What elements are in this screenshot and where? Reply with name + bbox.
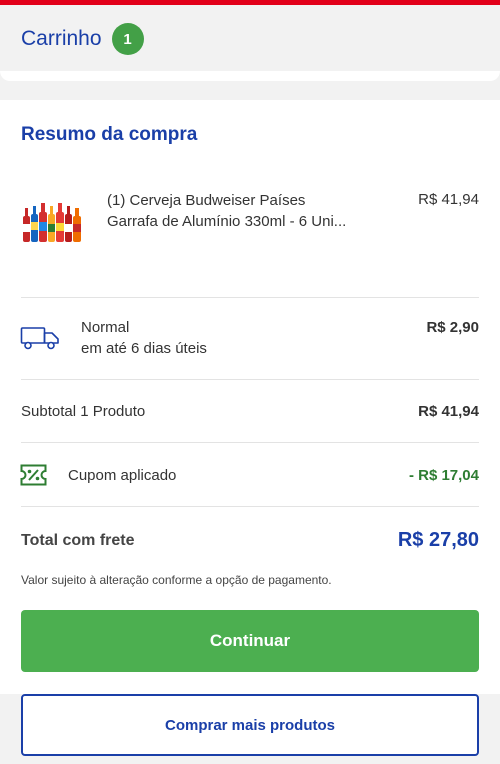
total-value: R$ 27,80 bbox=[397, 529, 479, 551]
buy-more-button[interactable]: Comprar mais produtos bbox=[21, 694, 479, 756]
divider bbox=[21, 297, 479, 298]
cart-header: Carrinho 1 bbox=[0, 5, 500, 73]
product-price: R$ 41,94 bbox=[418, 191, 479, 208]
coupon-label: Cupom aplicado bbox=[68, 467, 177, 484]
order-summary-panel: Resumo da compra (1) Cerveja Budweiser P… bbox=[0, 100, 500, 694]
shipping-method: Normal bbox=[81, 319, 130, 336]
page-title: Carrinho bbox=[21, 27, 102, 50]
divider bbox=[21, 506, 479, 507]
beer-bottles-image bbox=[23, 203, 81, 242]
price-note: Valor sujeito à alteração conforme a opç… bbox=[21, 573, 332, 587]
coupon-discount: - R$ 17,04 bbox=[408, 467, 479, 484]
summary-title: Resumo da compra bbox=[21, 124, 198, 145]
shipping-time: em até 6 dias úteis bbox=[81, 340, 207, 357]
cart-items-panel-edge bbox=[0, 71, 500, 81]
total-label: Total com frete bbox=[21, 532, 135, 549]
truck-icon bbox=[20, 327, 59, 350]
cart-count-badge: 1 bbox=[111, 23, 144, 55]
subtotal-value: R$ 41,94 bbox=[418, 403, 479, 420]
shipping-price: R$ 2,90 bbox=[426, 319, 479, 336]
coupon-percent-icon bbox=[20, 464, 47, 486]
product-name: (1) Cerveja Budweiser Países Garrafa de … bbox=[107, 192, 347, 230]
continue-button[interactable]: Continuar bbox=[21, 610, 479, 672]
divider bbox=[21, 379, 479, 380]
divider bbox=[21, 442, 479, 443]
subtotal-label: Subtotal 1 Produto bbox=[21, 403, 146, 420]
